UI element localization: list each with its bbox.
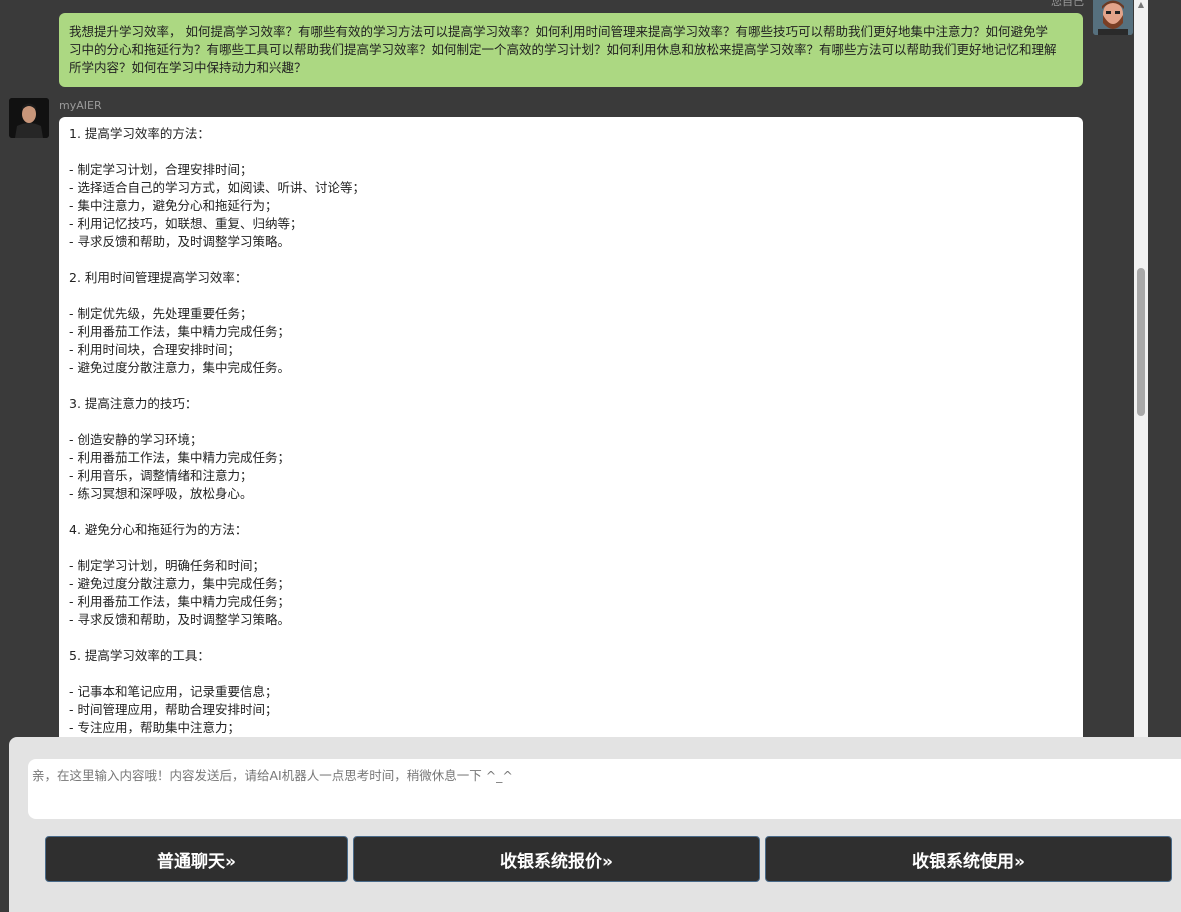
user-name: 您自己 bbox=[1051, 0, 1084, 8]
bot-message-line: 4. 避免分心和拖延行为的方法： bbox=[69, 522, 248, 537]
bot-message-line: - 记事本和笔记应用，记录重要信息； bbox=[69, 684, 278, 699]
bot-message-line: 2. 利用时间管理提高学习效率： bbox=[69, 270, 248, 285]
user-avatar bbox=[1093, 0, 1133, 35]
bot-message-line: - 利用番茄工作法，集中精力完成任务； bbox=[69, 594, 290, 609]
bot-message-line: - 利用番茄工作法，集中精力完成任务； bbox=[69, 324, 290, 339]
bot-message-line: 1. 提高学习效率的方法： bbox=[69, 126, 210, 141]
bot-message-line: - 时间管理应用，帮助合理安排时间； bbox=[69, 702, 278, 717]
bot-message-line: - 制定学习计划，合理安排时间； bbox=[69, 162, 253, 177]
user-message-line: 我想提升学习效率， 如何提高学习效率？有哪些有效的学习方法可以提高学习效率？如何… bbox=[69, 24, 1048, 39]
bot-message-line: - 创造安静的学习环境； bbox=[69, 432, 203, 447]
bot-message-line bbox=[69, 413, 1073, 431]
bot-message-line: - 制定优先级，先处理重要任务； bbox=[69, 306, 253, 321]
bot-message-line: - 利用音乐，调整情绪和注意力； bbox=[69, 468, 253, 483]
bot-avatar bbox=[9, 98, 49, 138]
bot-message-line: - 制定学习计划，明确任务和时间； bbox=[69, 558, 265, 573]
bot-message-line: - 练习冥想和深呼吸，放松身心。 bbox=[69, 486, 253, 501]
bot-message-line: - 寻求反馈和帮助，及时调整学习策略。 bbox=[69, 234, 290, 249]
bot-message-line bbox=[69, 539, 1073, 557]
bot-message-line: - 选择适合自己的学习方式，如阅读、听讲、讨论等； bbox=[69, 180, 365, 195]
user-message-line: 习中的分心和拖延行为？有哪些工具可以帮助我们提高学习效率？如何制定一个高效的学习… bbox=[69, 42, 1057, 57]
scroll-up-arrow-icon[interactable]: ▲ bbox=[1134, 0, 1148, 10]
bot-message-line: - 避免过度分散注意力，集中完成任务； bbox=[69, 576, 290, 591]
bot-message-line: - 利用时间块，合理安排时间； bbox=[69, 342, 240, 357]
bot-message-line bbox=[69, 503, 1073, 521]
bot-name: myAIER bbox=[59, 99, 102, 112]
bot-message-line: - 寻求反馈和帮助，及时调整学习策略。 bbox=[69, 612, 290, 627]
bot-message-line bbox=[69, 629, 1073, 647]
bot-message-line bbox=[69, 377, 1073, 395]
bot-message-line: - 专注应用，帮助集中注意力； bbox=[69, 720, 240, 735]
bot-message-line bbox=[69, 143, 1073, 161]
scrollbar-thumb[interactable] bbox=[1137, 268, 1145, 416]
user-message-bubble: 我想提升学习效率， 如何提高学习效率？有哪些有效的学习方法可以提高学习效率？如何… bbox=[59, 13, 1083, 87]
bot-message-line: 3. 提高注意力的技巧： bbox=[69, 396, 198, 411]
bot-message-line: - 避免过度分散注意力，集中完成任务。 bbox=[69, 360, 290, 375]
bot-message-line: - 利用记忆技巧，如联想、重复、归纳等； bbox=[69, 216, 303, 231]
bot-message-bubble: 1. 提高学习效率的方法： - 制定学习计划，合理安排时间； - 选择适合自己的学习… bbox=[59, 117, 1083, 817]
cashier-usage-button[interactable]: 收银系统使用» bbox=[765, 836, 1172, 882]
bot-message-line bbox=[69, 287, 1073, 305]
composer-panel: 普通聊天» 收银系统报价» 收银系统使用» bbox=[9, 737, 1181, 912]
chat-mode-button[interactable]: 普通聊天» bbox=[45, 836, 348, 882]
bot-message-line bbox=[69, 665, 1073, 683]
bot-message-line: 5. 提高学习效率的工具： bbox=[69, 648, 210, 663]
cashier-quote-button[interactable]: 收银系统报价» bbox=[353, 836, 760, 882]
user-message-line: 所学内容？如何在学习中保持动力和兴趣？ bbox=[69, 60, 307, 75]
bot-message-line: - 利用番茄工作法，集中精力完成任务； bbox=[69, 450, 290, 465]
message-input[interactable] bbox=[28, 759, 1181, 819]
bot-message-line: - 集中注意力，避免分心和拖延行为； bbox=[69, 198, 278, 213]
bot-message-line bbox=[69, 251, 1073, 269]
